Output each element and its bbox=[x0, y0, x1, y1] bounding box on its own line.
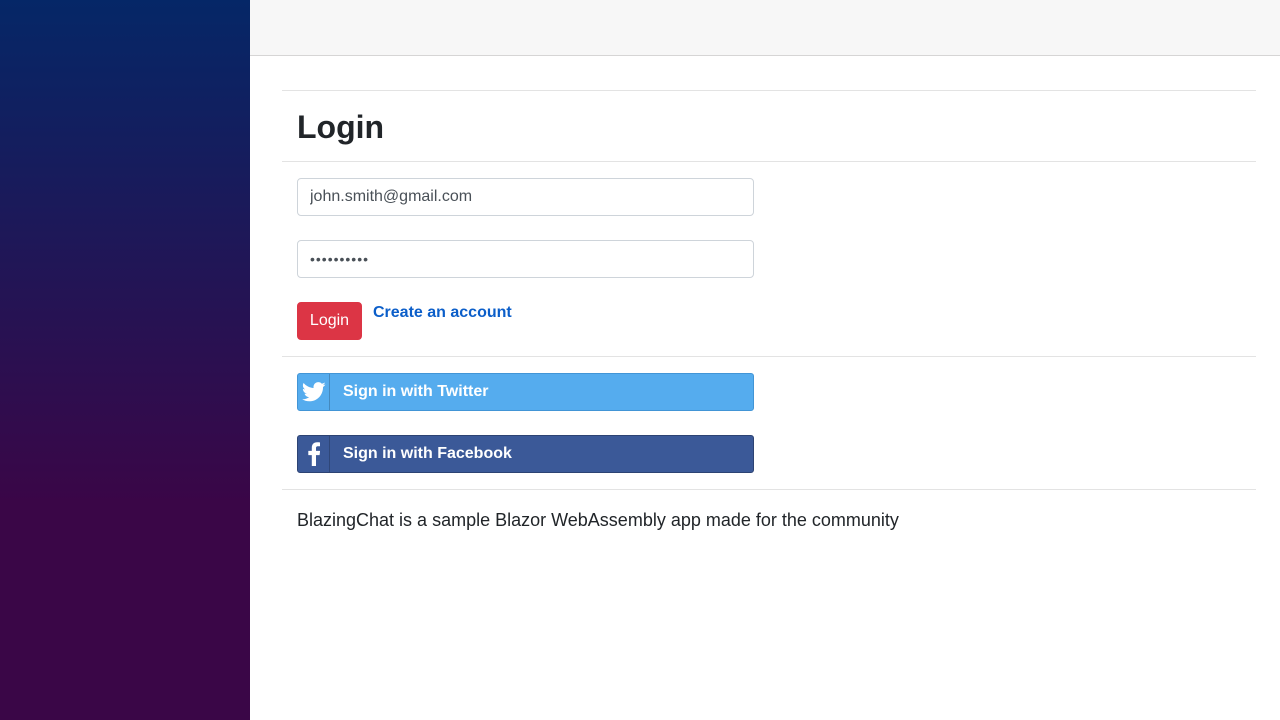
twitter-icon bbox=[298, 374, 330, 410]
facebook-signin-button[interactable]: Sign in with Facebook bbox=[297, 435, 754, 473]
login-form: Login Create an account bbox=[282, 161, 1256, 356]
page-title: Login bbox=[297, 109, 385, 145]
login-card: Login Login Create an account Sign in wi… bbox=[282, 90, 1256, 531]
password-field[interactable] bbox=[297, 240, 754, 278]
top-bar bbox=[250, 0, 1280, 56]
email-field[interactable] bbox=[297, 178, 754, 216]
facebook-signin-label: Sign in with Facebook bbox=[343, 445, 512, 462]
create-account-link[interactable]: Create an account bbox=[373, 304, 512, 322]
form-actions: Login Create an account bbox=[297, 302, 1256, 340]
twitter-signin-button[interactable]: Sign in with Twitter bbox=[297, 373, 754, 411]
twitter-signin-label: Sign in with Twitter bbox=[343, 383, 489, 400]
footer-text: BlazingChat is a sample Blazor WebAssemb… bbox=[297, 510, 899, 530]
title-section: Login bbox=[282, 90, 1256, 161]
facebook-icon bbox=[298, 436, 330, 472]
footer-section: BlazingChat is a sample Blazor WebAssemb… bbox=[282, 489, 1256, 531]
sidebar bbox=[0, 0, 250, 720]
login-button[interactable]: Login bbox=[297, 302, 362, 340]
main-area: Login Login Create an account Sign in wi… bbox=[250, 0, 1280, 720]
social-login-section: Sign in with Twitter Sign in with Facebo… bbox=[282, 356, 1256, 489]
